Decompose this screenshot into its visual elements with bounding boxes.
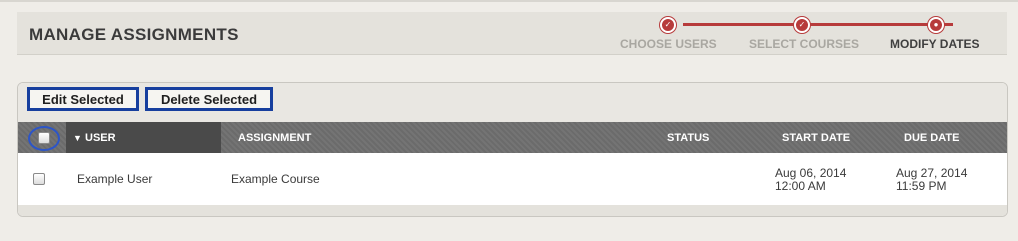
- page-title: MANAGE ASSIGNMENTS: [29, 25, 239, 44]
- column-header-status[interactable]: STATUS: [667, 132, 709, 144]
- cell-start-time: 12:00 AM: [775, 179, 826, 193]
- cell-start-date: Aug 06, 2014: [775, 166, 847, 180]
- step-label-choose-users: CHOOSE USERS: [620, 37, 717, 51]
- assignments-panel: Edit Selected Delete Selected ▼ USER ASS…: [17, 82, 1008, 217]
- select-all-highlight: [28, 126, 60, 151]
- step-label-select-courses: SELECT COURSES: [749, 37, 860, 51]
- table-header: ▼ USER ASSIGNMENT STATUS START DATE DUE …: [18, 122, 1007, 153]
- cell-user: Example User: [77, 172, 153, 186]
- column-header-due-date[interactable]: DUE DATE: [904, 132, 959, 144]
- step-choose-users-check-icon: ✓: [660, 17, 676, 33]
- cell-due-time: 11:59 PM: [896, 179, 947, 193]
- top-border: [0, 0, 1018, 2]
- cell-due-date: Aug 27, 2014: [896, 166, 968, 180]
- step-label-modify-dates: MODIFY DATES: [890, 37, 980, 51]
- step-select-courses-check-icon: ✓: [794, 17, 810, 33]
- column-header-assignment[interactable]: ASSIGNMENT: [238, 132, 311, 144]
- progress-track: [683, 23, 953, 26]
- sort-desc-icon: ▼: [73, 133, 82, 143]
- column-header-start-date[interactable]: START DATE: [782, 132, 850, 144]
- cell-assignment: Example Course: [231, 172, 320, 186]
- toolbar: Edit Selected Delete Selected: [18, 83, 1007, 122]
- table-footer: [18, 205, 1007, 216]
- column-header-user[interactable]: USER: [85, 132, 116, 144]
- row-select-checkbox[interactable]: [33, 173, 45, 185]
- select-all-checkbox[interactable]: [38, 132, 50, 144]
- delete-selected-button[interactable]: Delete Selected: [145, 87, 273, 111]
- table-row: Example User Example Course Aug 06, 2014…: [18, 153, 1007, 205]
- step-modify-dates-current-icon: ●: [928, 17, 944, 33]
- edit-selected-button[interactable]: Edit Selected: [27, 87, 139, 111]
- page-header: MANAGE ASSIGNMENTS ✓ ✓ ● CHOOSE USERS SE…: [17, 12, 1007, 55]
